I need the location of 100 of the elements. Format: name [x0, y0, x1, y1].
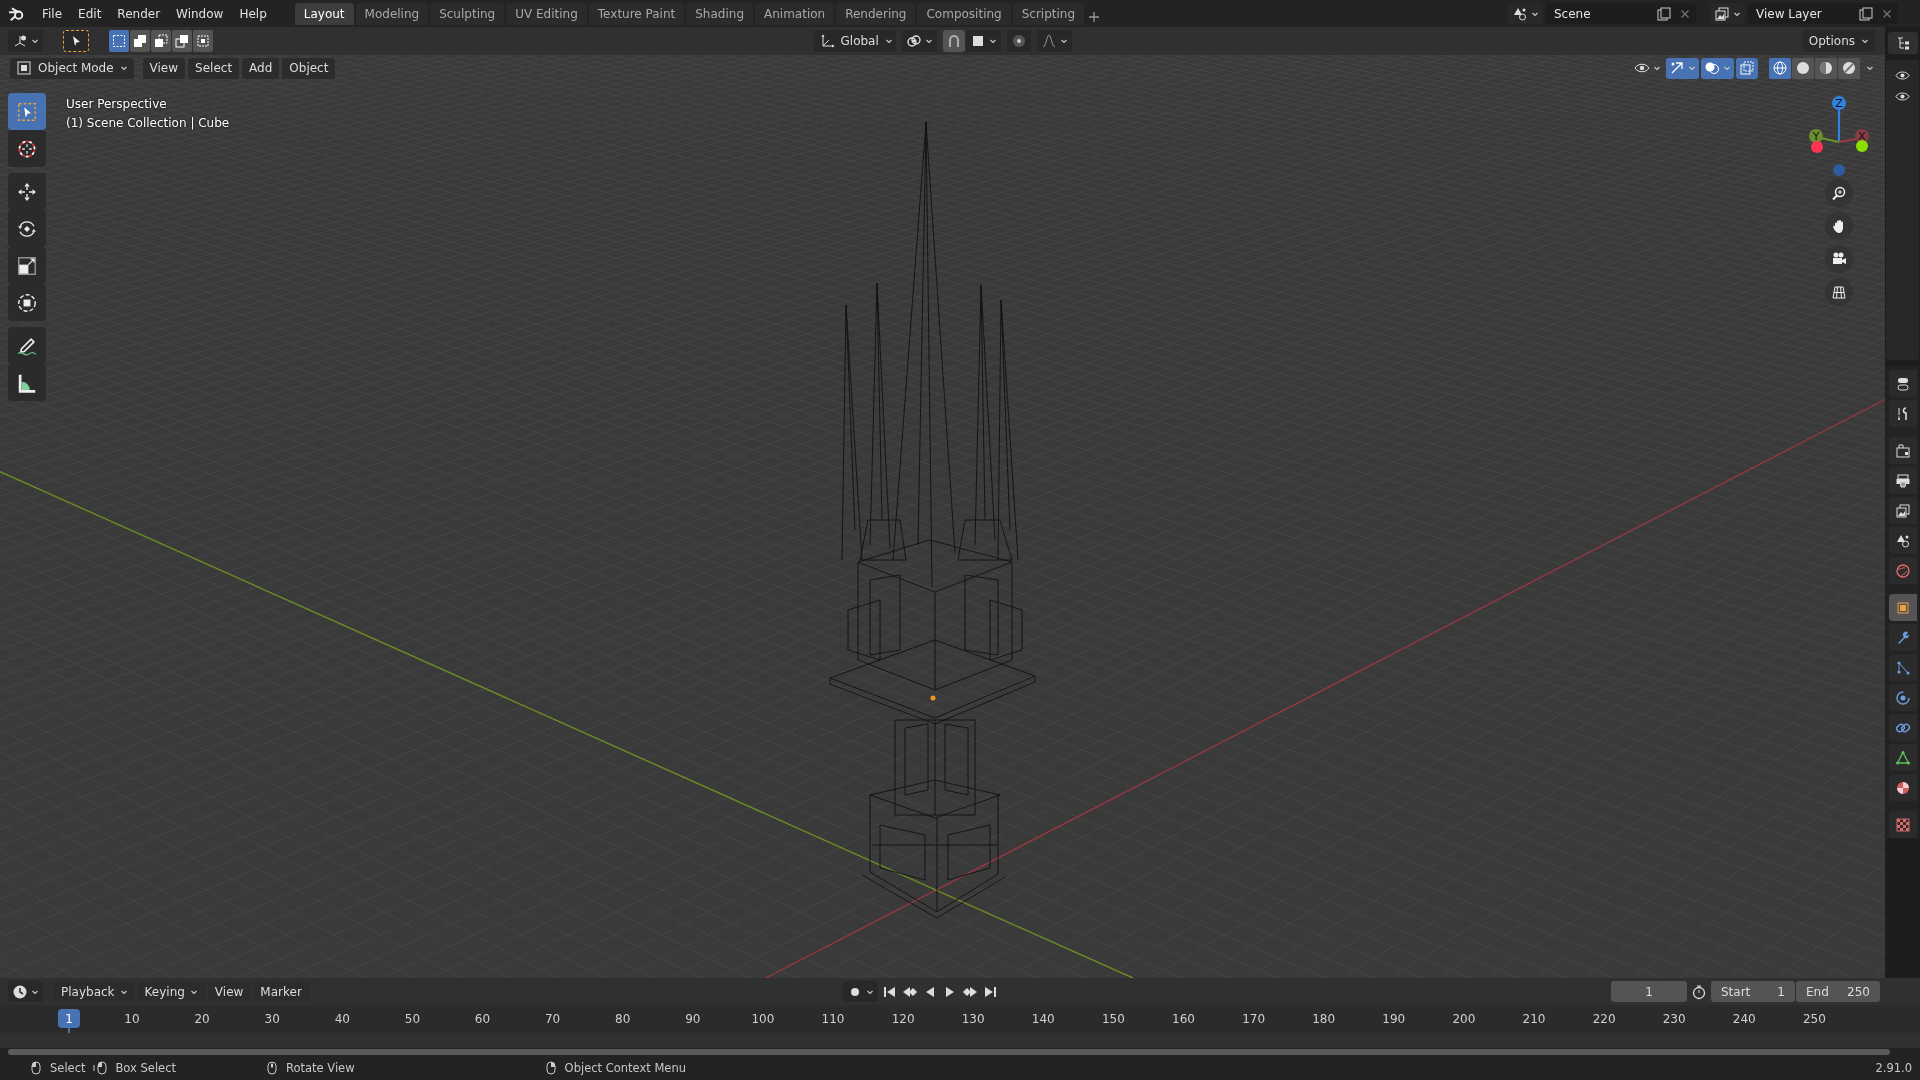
shading-button[interactable]: [1815, 57, 1837, 79]
selection-mode-button[interactable]: [130, 30, 150, 52]
properties-tab[interactable]: [1888, 467, 1917, 494]
orientation-dropdown[interactable]: Global: [813, 30, 896, 52]
properties-tab[interactable]: [1888, 624, 1917, 651]
options-dropdown[interactable]: Options: [1802, 30, 1875, 52]
frame-number: 170: [1242, 1012, 1266, 1026]
snap-target-button[interactable]: [965, 30, 1001, 52]
active-tool-button[interactable]: [63, 30, 89, 52]
navigation-button[interactable]: [1825, 245, 1853, 273]
workspace-tab[interactable]: Shading: [686, 3, 753, 25]
workspace-tab[interactable]: UV Editing: [506, 3, 587, 25]
properties-tab[interactable]: [1888, 400, 1917, 427]
tool-button[interactable]: [8, 284, 46, 321]
menu-item[interactable]: Render: [109, 3, 169, 24]
properties-tab[interactable]: [1888, 744, 1917, 771]
menu-item[interactable]: Playback: [54, 981, 135, 1002]
tool-button[interactable]: [8, 173, 46, 210]
menu-item[interactable]: Object: [282, 57, 336, 79]
data-block-selector[interactable]: [1710, 3, 1745, 24]
eye-icon[interactable]: [1895, 68, 1910, 83]
menu-item[interactable]: Select: [188, 57, 240, 79]
menu-item[interactable]: View: [207, 981, 251, 1002]
navigation-button[interactable]: [1825, 179, 1853, 207]
playhead-frame[interactable]: 1: [58, 1009, 80, 1028]
properties-tab[interactable]: [1888, 714, 1917, 741]
menu-item[interactable]: Edit: [70, 3, 110, 24]
navigation-toggle[interactable]: [1888, 370, 1917, 397]
end-frame-field[interactable]: End 250: [1796, 981, 1880, 1002]
menu-item[interactable]: View: [142, 57, 186, 79]
falloff-curve-icon: [1040, 33, 1057, 49]
data-block-selector[interactable]: [1508, 3, 1543, 24]
workspace-tab[interactable]: Rendering: [836, 3, 916, 25]
menu-item[interactable]: Keying: [137, 981, 205, 1002]
eye-icon[interactable]: [1895, 89, 1910, 104]
start-frame-field[interactable]: Start 1: [1711, 981, 1795, 1002]
tool-button[interactable]: [8, 327, 46, 364]
selection-mode-button[interactable]: [109, 30, 129, 52]
duplicate-icon[interactable]: [1656, 5, 1672, 22]
workspace-tab[interactable]: Layout: [294, 3, 354, 25]
navigation-button[interactable]: [1825, 278, 1853, 306]
keying-button[interactable]: [842, 981, 878, 1002]
shading-button[interactable]: [1838, 57, 1860, 79]
menu-item[interactable]: Help: [231, 3, 275, 24]
frame-number: 150: [1101, 1012, 1125, 1026]
gizmo-icon: [1669, 60, 1685, 76]
menu-item[interactable]: Add: [242, 57, 280, 79]
grid-icon: [1831, 284, 1847, 300]
workspace-tab[interactable]: Animation: [755, 3, 835, 25]
outliner-header[interactable]: [1887, 32, 1918, 54]
collection-label: (1) Scene Collection | Cube: [66, 116, 230, 130]
shading-button[interactable]: [1792, 57, 1814, 79]
frame-number: 50: [404, 1012, 421, 1026]
navigation-gizmo[interactable]: Z Y X: [1803, 93, 1875, 177]
caret-icon: [1059, 37, 1068, 45]
view-layer-name-field[interactable]: View Layer: [1748, 3, 1898, 24]
proportional-edit-button[interactable]: [1006, 30, 1031, 52]
workspace-tab[interactable]: Modeling: [355, 3, 429, 25]
properties-tab[interactable]: [1888, 497, 1917, 524]
scene-name-field[interactable]: Scene: [1546, 3, 1696, 24]
falloff-button[interactable]: [1036, 30, 1072, 52]
properties-tab[interactable]: [1888, 774, 1917, 801]
object-square-icon: [1894, 599, 1911, 616]
properties-tab[interactable]: [1888, 437, 1917, 464]
navigation-button[interactable]: [1825, 212, 1853, 240]
viewport-toggle[interactable]: [1736, 57, 1758, 79]
origin-point: [930, 695, 936, 701]
duplicate-icon[interactable]: [1858, 5, 1874, 22]
snap-toggle[interactable]: [942, 30, 965, 52]
viewport-toggle[interactable]: [1701, 57, 1734, 79]
scrollbar[interactable]: [8, 1049, 1890, 1055]
version-label: 2.91.0: [1875, 1061, 1912, 1075]
properties-tab[interactable]: [1888, 594, 1917, 621]
stopwatch-icon[interactable]: [1691, 983, 1707, 1000]
properties-tab[interactable]: [1888, 684, 1917, 711]
menu-item[interactable]: File: [34, 3, 71, 24]
selection-mode-button[interactable]: [193, 30, 213, 52]
selection-mode-button[interactable]: [151, 30, 171, 52]
editor-type-button[interactable]: [8, 981, 43, 1002]
pivot-point-button[interactable]: [901, 30, 937, 52]
menu-item[interactable]: Window: [168, 3, 232, 24]
mode-dropdown[interactable]: Object Mode: [10, 57, 134, 79]
tool-button[interactable]: [8, 364, 46, 401]
workspace-tab[interactable]: Texture Paint: [588, 3, 685, 25]
viewport-toggle[interactable]: [1666, 57, 1699, 79]
image-stack-icon: [1894, 502, 1911, 519]
caret-icon: [924, 37, 933, 45]
shading-button[interactable]: [1769, 57, 1791, 79]
frame-number: 60: [474, 1012, 491, 1026]
selection-mode-button[interactable]: [172, 30, 192, 52]
workspace-tab[interactable]: Compositing: [917, 3, 1011, 25]
properties-tab[interactable]: [1888, 527, 1917, 554]
editor-type-button[interactable]: [8, 30, 43, 52]
workspace-tab[interactable]: Scripting: [1012, 3, 1085, 25]
tool-button[interactable]: [8, 130, 46, 167]
current-frame-field[interactable]: 1: [1611, 981, 1687, 1002]
mouse-middle-icon: [264, 1060, 280, 1076]
selection-mode-icon: [174, 33, 190, 49]
menu-item[interactable]: Marker: [253, 981, 309, 1002]
workspace-tab[interactable]: Sculpting: [430, 3, 505, 25]
